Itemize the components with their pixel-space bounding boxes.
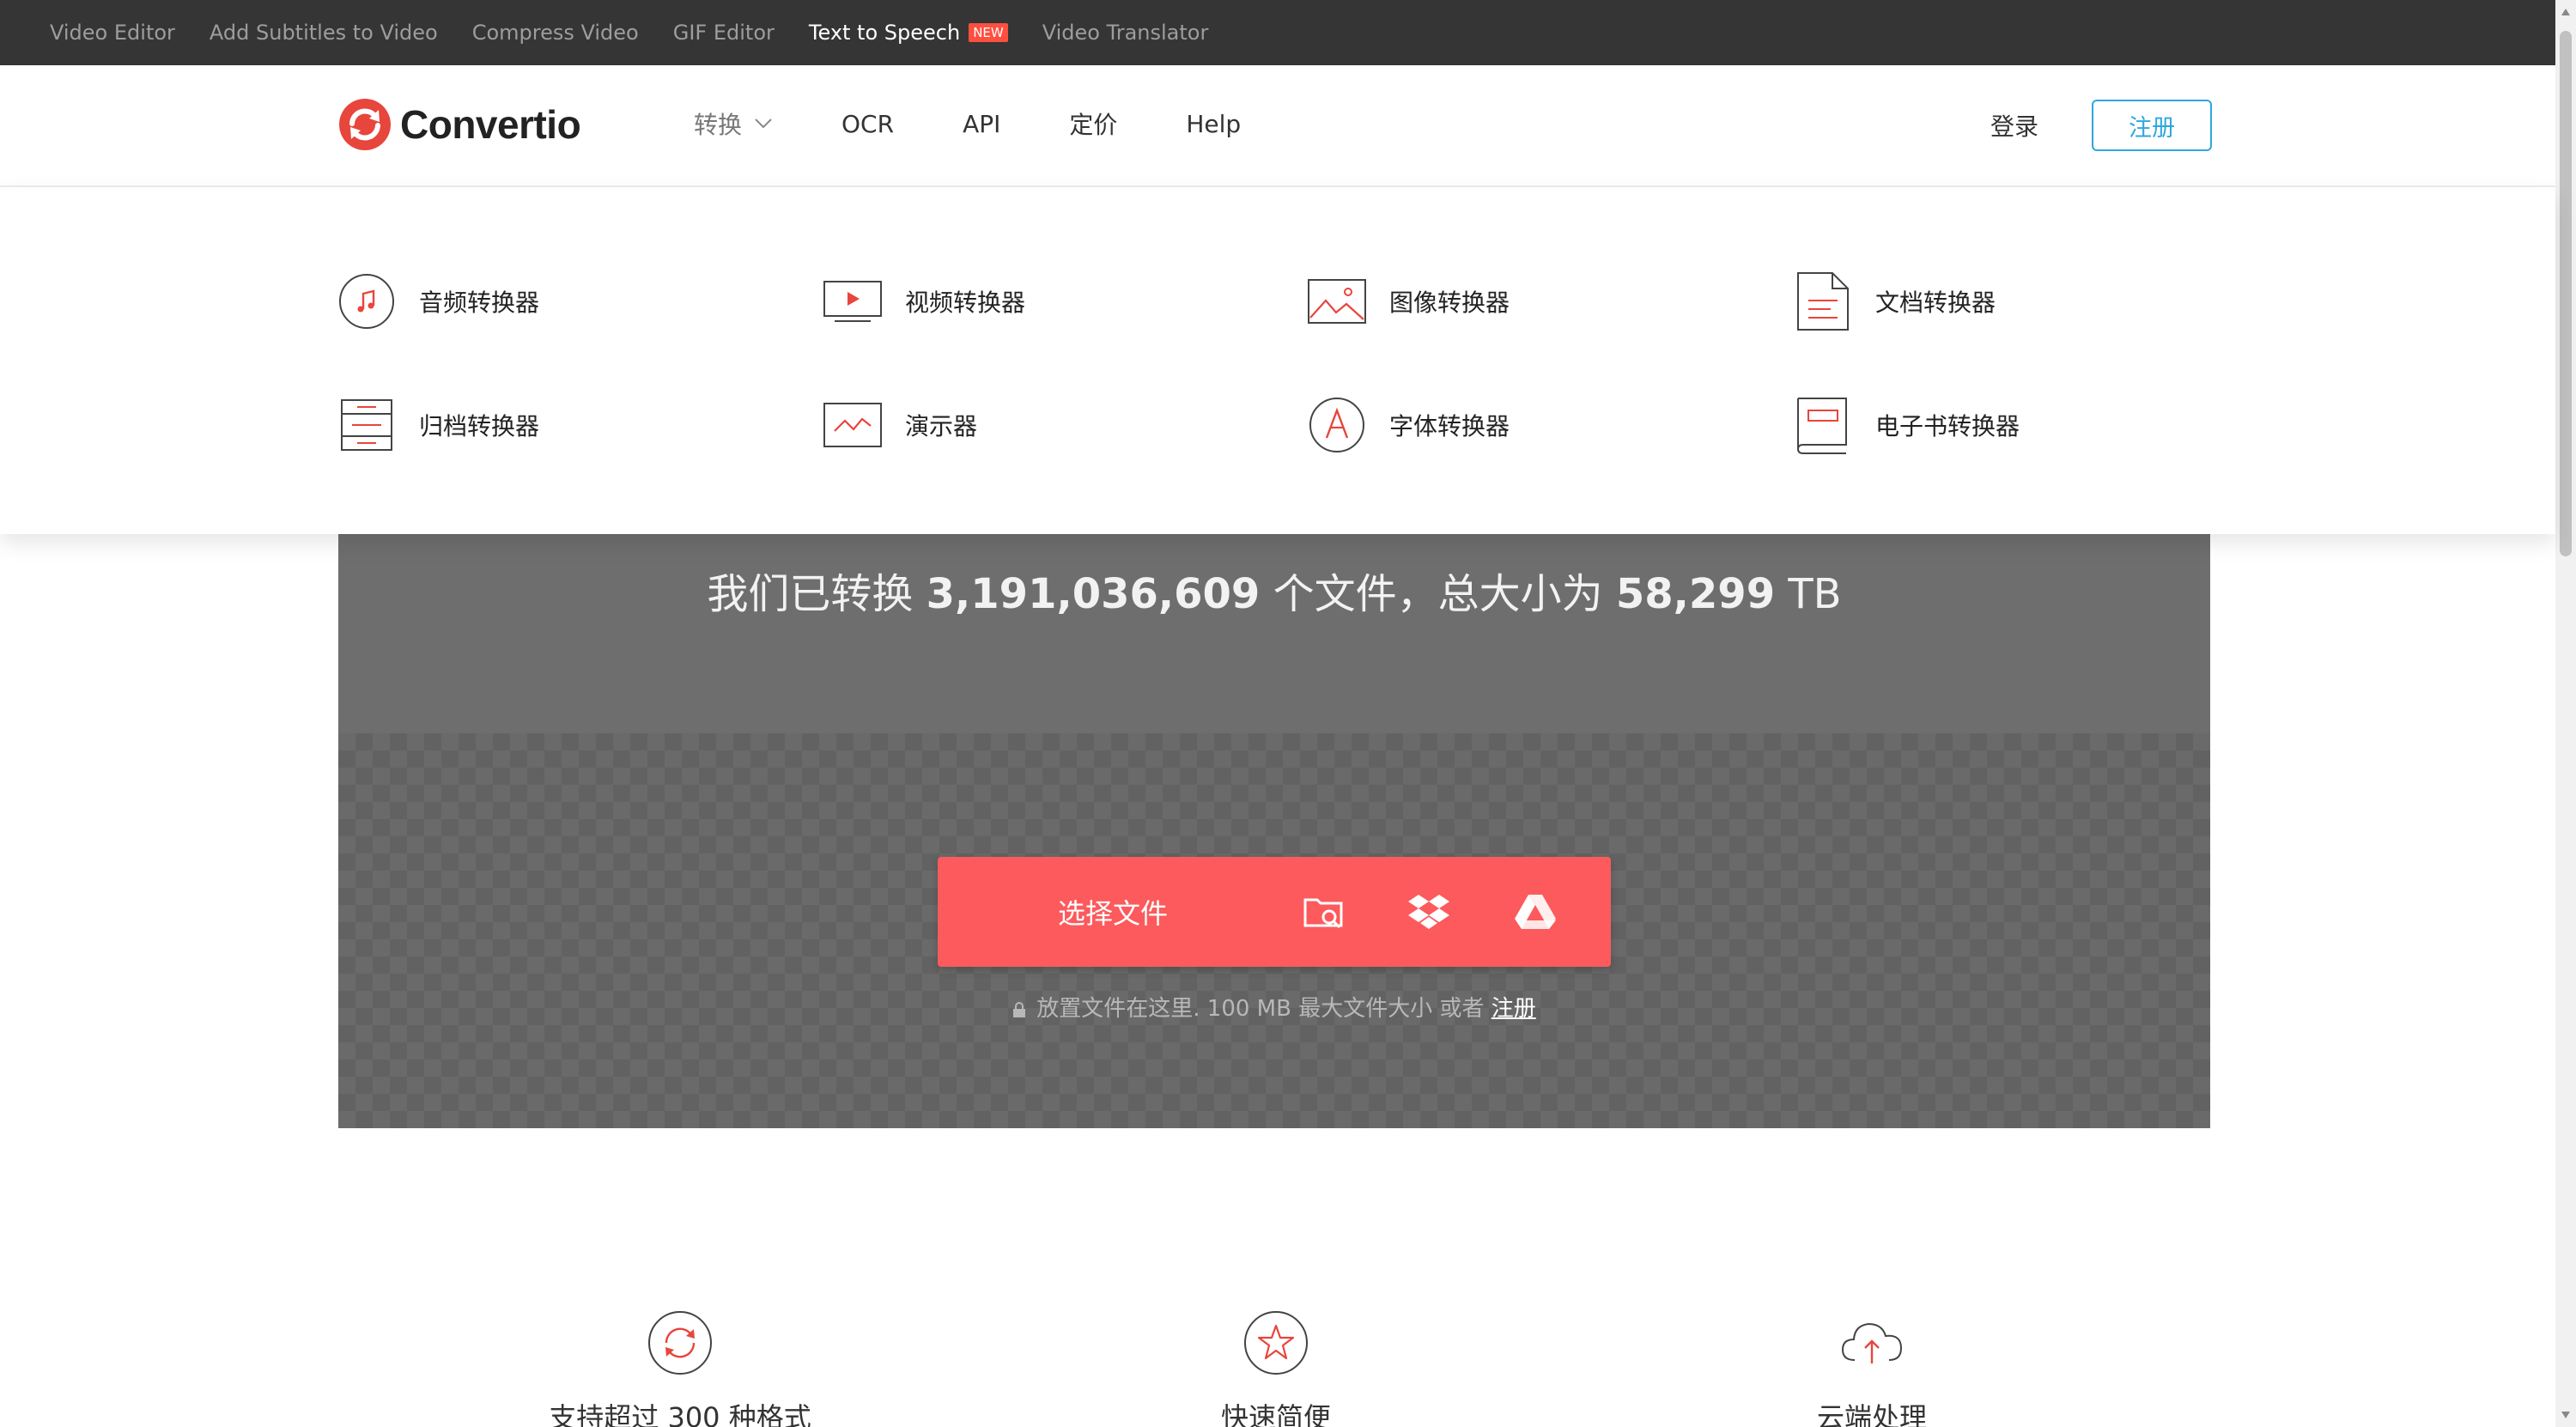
ebook-icon <box>1793 395 1853 455</box>
brand-name: Convertio <box>400 102 581 147</box>
scroll-down-icon[interactable] <box>2561 1410 2571 1420</box>
choose-files-label: 选择文件 <box>1058 897 1169 930</box>
drop-note: 放置文件在这里. 100 MB 最大文件大小 或者 注册 <box>338 991 2210 1023</box>
scroll-up-icon[interactable] <box>2561 7 2571 17</box>
stats-middle: 个文件，总大小为 <box>1260 570 1616 618</box>
nav-api[interactable]: API <box>963 110 1000 138</box>
menu-item-ebook-label: 电子书转换器 <box>1875 412 2020 440</box>
document-icon <box>1793 271 1853 331</box>
nav-ocr[interactable]: OCR <box>841 110 894 138</box>
new-badge: NEW <box>969 23 1008 42</box>
main-nav: 转换 OCR API 定价 Help <box>694 106 1309 141</box>
font-icon <box>1307 395 1367 455</box>
topbar-link-compress-video[interactable]: Compress Video <box>472 21 639 45</box>
video-icon <box>823 271 883 331</box>
menu-item-image[interactable]: 图像转换器 <box>1307 271 1510 331</box>
topbar-link-text-to-speech-label: Text to Speech <box>808 21 961 45</box>
music-icon <box>337 271 397 331</box>
topbar-link-add-subtitles[interactable]: Add Subtitles to Video <box>210 21 438 45</box>
menu-item-document-label: 文档转换器 <box>1875 288 1996 317</box>
feature-cloud-label: 云端处理 <box>1816 1401 1927 1427</box>
logo[interactable]: Convertio <box>338 98 581 151</box>
cloud-upload-icon <box>1841 1322 1903 1363</box>
folder-search-icon[interactable] <box>1302 890 1346 934</box>
topbar-link-video-editor[interactable]: Video Editor <box>50 21 175 45</box>
refresh-icon <box>648 1311 712 1375</box>
nav-convert-label: 转换 <box>694 111 743 139</box>
conversion-stats: 我们已转换 3,191,036,609 个文件，总大小为 58,299 TB <box>338 560 2210 620</box>
login-link[interactable]: 登录 <box>1990 108 2038 143</box>
menu-item-audio-label: 音频转换器 <box>419 288 540 317</box>
feature-fast-label: 快速简便 <box>1220 1401 1331 1427</box>
menu-item-video-label: 视频转换器 <box>905 288 1026 317</box>
topbar-link-text-to-speech[interactable]: Text to Speech NEW <box>809 21 1008 45</box>
upload-hero: 我们已转换 3,191,036,609 个文件，总大小为 58,299 TB 选… <box>338 534 2210 1128</box>
scroll-thumb[interactable] <box>2560 31 2572 556</box>
lock-icon <box>1013 1002 1026 1017</box>
chevron-down-icon <box>755 118 772 129</box>
image-icon <box>1307 271 1367 331</box>
drop-note-text: 放置文件在这里. 100 MB 最大文件大小 或者 <box>1036 996 1492 1022</box>
menu-item-image-label: 图像转换器 <box>1389 288 1510 317</box>
nav-help[interactable]: Help <box>1186 110 1241 138</box>
archive-icon <box>337 395 397 455</box>
presentation-icon <box>823 395 883 455</box>
menu-item-archive-label: 归档转换器 <box>419 412 540 440</box>
menu-item-presentation-label: 演示器 <box>905 412 978 440</box>
feature-formats: 支持超过 300 种格式 <box>508 1309 852 1427</box>
nav-convert[interactable]: 转换 <box>694 106 773 141</box>
register-button[interactable]: 注册 <box>2092 100 2212 151</box>
total-size: 58,299 <box>1615 570 1776 618</box>
convertio-logo-icon <box>339 99 391 150</box>
feature-cloud: 云端处理 <box>1700 1309 2044 1427</box>
menu-item-audio[interactable]: 音频转换器 <box>337 271 539 331</box>
menu-item-document[interactable]: 文档转换器 <box>1793 271 1996 331</box>
stats-prefix: 我们已转换 <box>707 570 927 618</box>
files-count: 3,191,036,609 <box>926 570 1261 618</box>
menu-item-font-label: 字体转换器 <box>1389 412 1510 440</box>
choose-files-button[interactable]: 选择文件 <box>938 857 1611 967</box>
feature-fast: 快速简便 <box>1104 1309 1448 1427</box>
menu-item-ebook[interactable]: 电子书转换器 <box>1793 395 2020 455</box>
main-header: Convertio 转换 OCR API 定价 Help 登录 注册 <box>0 65 2555 187</box>
feature-formats-label: 支持超过 300 种格式 <box>549 1401 811 1427</box>
topbar-link-gif-editor[interactable]: GIF Editor <box>673 21 775 45</box>
menu-item-video[interactable]: 视频转换器 <box>823 271 1025 331</box>
topbar-link-video-translator[interactable]: Video Translator <box>1042 21 1209 45</box>
menu-item-font[interactable]: 字体转换器 <box>1307 395 1510 455</box>
page-scrollbar[interactable] <box>2555 0 2576 1427</box>
top-utility-bar: Video Editor Add Subtitles to Video Comp… <box>0 0 2555 65</box>
menu-item-presentation[interactable]: 演示器 <box>823 395 977 455</box>
dropbox-icon[interactable] <box>1406 890 1451 934</box>
nav-pricing[interactable]: 定价 <box>1069 106 1117 141</box>
google-drive-icon[interactable] <box>1513 890 1558 934</box>
converter-dropdown-menu: 音频转换器 视频转换器 图像转换器 文档转换器 归档转换器 演示器 字体转换器 … <box>0 187 2555 534</box>
stats-unit: TB <box>1775 570 1842 618</box>
drop-note-register-link[interactable]: 注册 <box>1492 996 1536 1022</box>
star-icon <box>1244 1311 1308 1375</box>
menu-item-archive[interactable]: 归档转换器 <box>337 395 539 455</box>
